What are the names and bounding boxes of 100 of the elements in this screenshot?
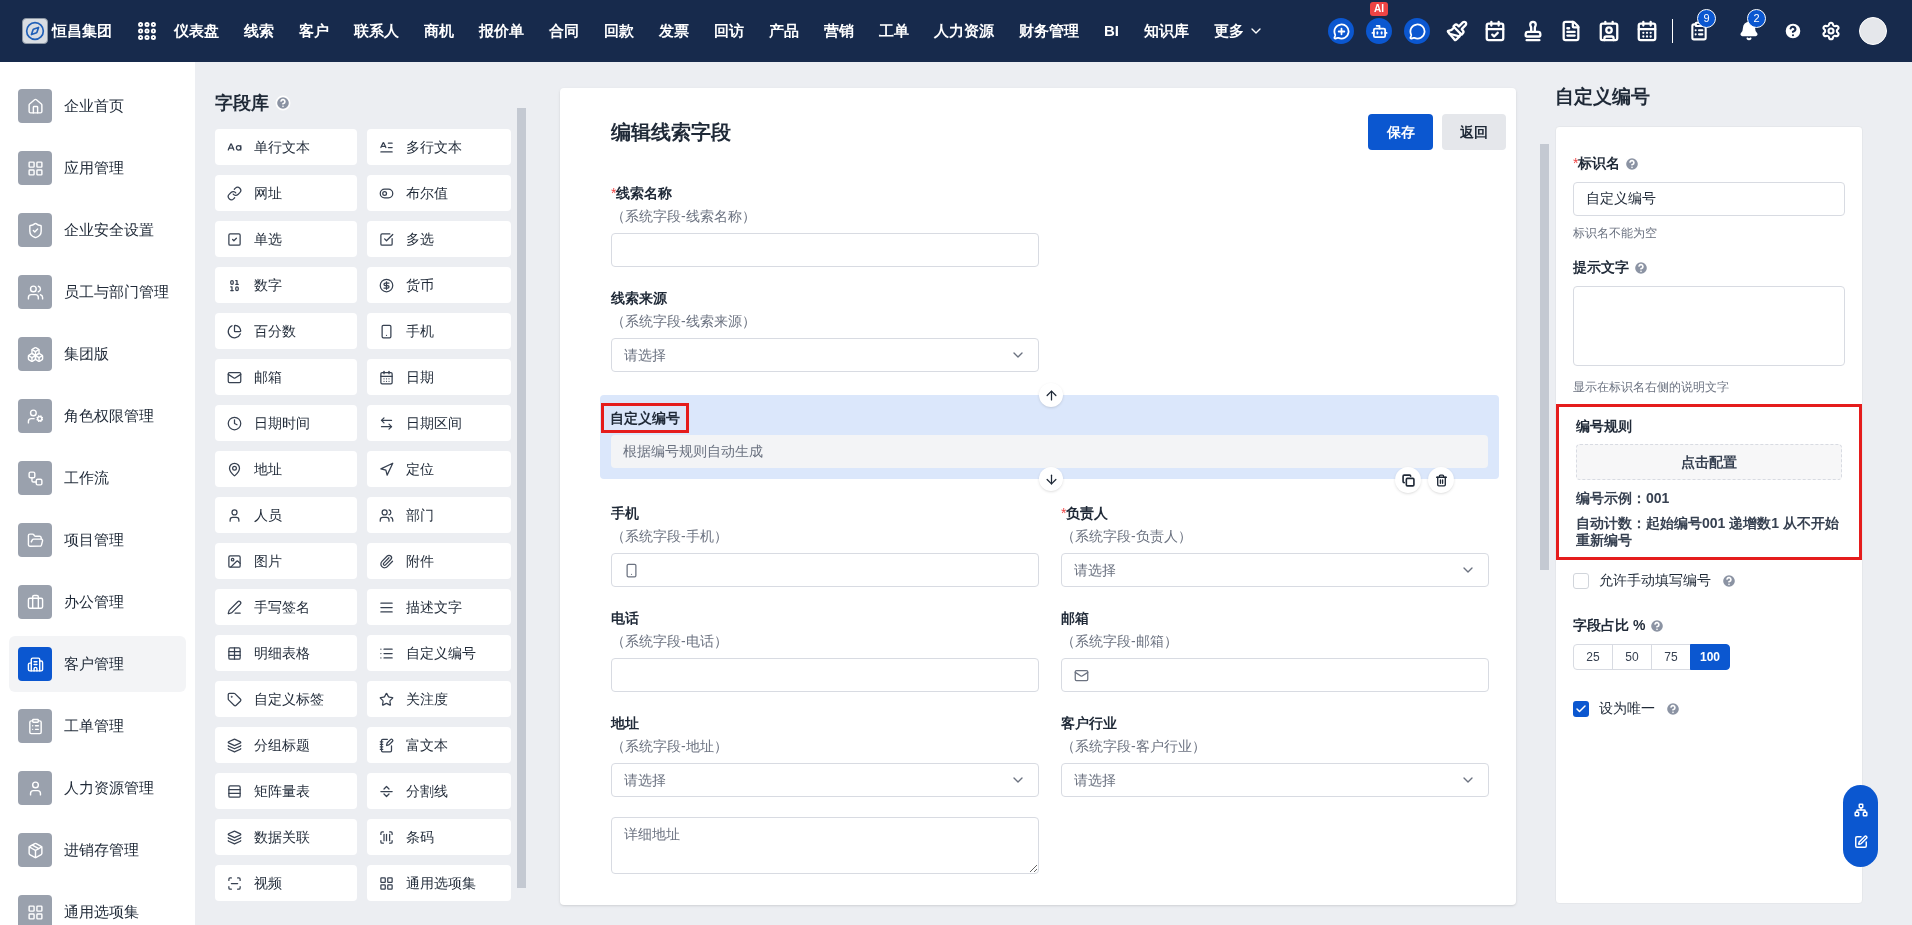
field-type-button[interactable]: 关注度	[367, 681, 511, 717]
field-type-button[interactable]: 多行文本	[367, 129, 511, 165]
chat-plus-button[interactable]	[1328, 18, 1354, 44]
field-type-button[interactable]: 视频	[215, 865, 357, 901]
sidebar-item[interactable]: 集团版	[9, 326, 186, 382]
field-type-button[interactable]: 部门	[367, 497, 511, 533]
document-icon[interactable]	[1560, 20, 1582, 42]
width-option[interactable]: 25	[1573, 644, 1613, 670]
field-type-button[interactable]: 分割线	[367, 773, 511, 809]
nav-link[interactable]: 发票	[659, 19, 689, 43]
width-option[interactable]: 100	[1690, 644, 1730, 670]
nav-link[interactable]: 回访	[714, 19, 744, 43]
field-type-button[interactable]: 单选	[215, 221, 357, 257]
field-type-button[interactable]: 自定义编号	[367, 635, 511, 671]
field-type-button[interactable]: 描述文字	[367, 589, 511, 625]
sidebar-item[interactable]: 企业首页	[9, 78, 186, 134]
input-field[interactable]	[1061, 658, 1489, 692]
checkbox[interactable]	[1573, 700, 1589, 717]
sidebar-item[interactable]: 办公管理	[9, 574, 186, 630]
field-type-button[interactable]: 数字	[215, 267, 357, 303]
field-type-button[interactable]: 明细表格	[215, 635, 357, 671]
field-type-button[interactable]: 日期区间	[367, 405, 511, 441]
nav-link[interactable]: 仪表盘	[174, 19, 219, 43]
nav-link[interactable]: 人力资源	[934, 19, 994, 43]
field-type-button[interactable]: 定位	[367, 451, 511, 487]
nav-link[interactable]: 报价单	[479, 19, 524, 43]
chat-button[interactable]	[1404, 18, 1430, 44]
edit-icon[interactable]	[1853, 835, 1868, 849]
select-field[interactable]: 请选择	[1061, 553, 1489, 587]
sidebar-item[interactable]: 人力资源管理	[9, 760, 186, 816]
settings-icon[interactable]	[1821, 21, 1841, 41]
select-field[interactable]: 请选择	[611, 338, 1039, 372]
field-type-button[interactable]: 地址	[215, 451, 357, 487]
nav-link[interactable]: 产品	[769, 19, 799, 43]
field-type-button[interactable]: 布尔值	[367, 175, 511, 211]
field-type-button[interactable]: 单行文本	[215, 129, 357, 165]
nav-link[interactable]: 合同	[549, 19, 579, 43]
textarea-field[interactable]: 详细地址	[611, 817, 1039, 874]
sidebar-item[interactable]: 项目管理	[9, 512, 186, 568]
brush-icon[interactable]	[1446, 20, 1468, 42]
field-type-button[interactable]: 人员	[215, 497, 357, 533]
save-button[interactable]: 保存	[1368, 114, 1433, 150]
nav-link[interactable]: 工单	[879, 19, 909, 43]
calendar-icon[interactable]	[1636, 20, 1658, 42]
field-type-button[interactable]: 图片	[215, 543, 357, 579]
nav-link[interactable]: BI	[1104, 19, 1119, 43]
sidebar-item[interactable]: 应用管理	[9, 140, 186, 196]
sidebar-item[interactable]: 企业安全设置	[9, 202, 186, 258]
field-type-button[interactable]: 附件	[367, 543, 511, 579]
field-type-button[interactable]: 富文本	[367, 727, 511, 763]
back-button[interactable]: 返回	[1442, 114, 1506, 150]
configure-button[interactable]: 点击配置	[1576, 444, 1842, 480]
width-option[interactable]: 75	[1651, 644, 1691, 670]
nav-link[interactable]: 客户	[299, 19, 329, 43]
field-type-button[interactable]: 邮箱	[215, 359, 357, 395]
clipboard-icon[interactable]	[1689, 21, 1709, 41]
field-type-button[interactable]: 自定义标签	[215, 681, 357, 717]
field-type-button[interactable]: 日期	[367, 359, 511, 395]
nav-link[interactable]: 回款	[604, 19, 634, 43]
textarea-field[interactable]	[1573, 286, 1845, 366]
nav-link[interactable]: 知识库	[1144, 19, 1189, 43]
field-type-button[interactable]: 手机	[367, 313, 511, 349]
sidebar-item[interactable]: 角色权限管理	[9, 388, 186, 444]
input-field[interactable]	[611, 553, 1039, 587]
nav-link[interactable]: 财务管理	[1019, 19, 1079, 43]
move-down-button[interactable]	[1039, 467, 1063, 491]
copy-button[interactable]	[1395, 467, 1421, 493]
sidebar-item[interactable]: 客户管理	[9, 636, 186, 692]
apps-grid-icon[interactable]	[136, 20, 158, 42]
input-field[interactable]: 自定义编号	[1573, 182, 1845, 216]
field-type-button[interactable]: 通用选项集	[367, 865, 511, 901]
sidebar-item[interactable]: 通用选项集	[9, 884, 186, 925]
sidebar-item[interactable]: 员工与部门管理	[9, 264, 186, 320]
field-type-button[interactable]: 数据关联	[215, 819, 357, 855]
select-field[interactable]: 请选择	[1061, 763, 1489, 797]
delete-button[interactable]	[1428, 467, 1454, 493]
move-up-button[interactable]	[1039, 383, 1063, 407]
input-field[interactable]	[611, 658, 1039, 692]
field-type-button[interactable]: 矩阵量表	[215, 773, 357, 809]
checkbox[interactable]	[1573, 572, 1589, 589]
sidebar-item[interactable]: 工作流	[9, 450, 186, 506]
width-option[interactable]: 50	[1612, 644, 1652, 670]
field-type-button[interactable]: 日期时间	[215, 405, 357, 441]
stamp-icon[interactable]	[1522, 20, 1544, 42]
calendar-check-icon[interactable]	[1484, 20, 1506, 42]
contact-book-icon[interactable]	[1598, 20, 1620, 42]
user-avatar[interactable]	[1859, 17, 1887, 45]
more-menu[interactable]: 更多	[1214, 19, 1264, 43]
nav-link[interactable]: 线索	[244, 19, 274, 43]
sidebar-item[interactable]: 进销存管理	[9, 822, 186, 878]
input-field[interactable]	[611, 233, 1039, 267]
field-type-button[interactable]: 网址	[215, 175, 357, 211]
select-field[interactable]: 请选择	[611, 763, 1039, 797]
field-type-button[interactable]: 货币	[367, 267, 511, 303]
nav-link[interactable]: 商机	[424, 19, 454, 43]
nav-link[interactable]: 营销	[824, 19, 854, 43]
field-type-button[interactable]: 多选	[367, 221, 511, 257]
sidebar-item[interactable]: 工单管理	[9, 698, 186, 754]
field-type-button[interactable]: 手写签名	[215, 589, 357, 625]
field-type-button[interactable]: 条码	[367, 819, 511, 855]
